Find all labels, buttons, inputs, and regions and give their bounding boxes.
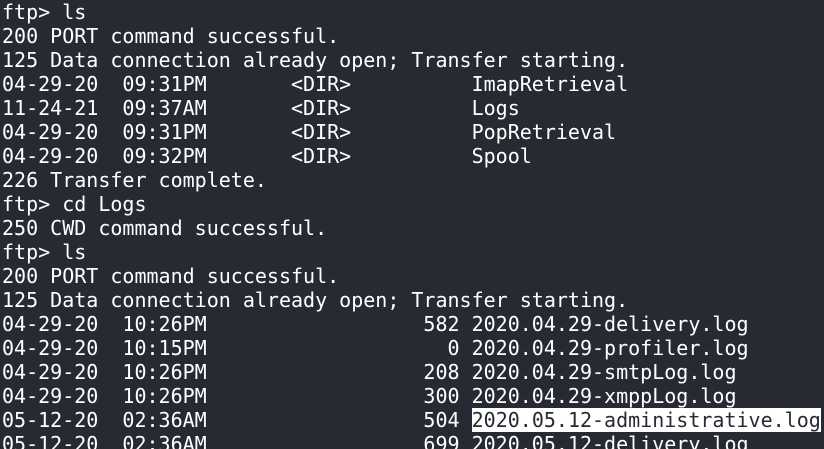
terminal-line: 250 CWD command successful. <box>2 216 328 240</box>
terminal-line: 04-29-20 10:26PM 300 2020.04.29-xmppLog.… <box>2 384 737 408</box>
terminal-line: 11-24-21 09:37AM <DIR> Logs <box>2 96 520 120</box>
terminal-line: 125 Data connection already open; Transf… <box>2 48 629 72</box>
terminal-line-prefix: 05-12-20 02:36AM 504 <box>2 408 472 432</box>
terminal-line: 05-12-20 02:36AM 699 2020.05.12-delivery… <box>2 432 749 449</box>
terminal-line: 04-29-20 10:15PM 0 2020.04.29-profiler.l… <box>2 336 749 360</box>
terminal-line: ftp> cd Logs <box>2 192 147 216</box>
selected-text[interactable]: 2020.05.12-administrative.log <box>471 408 821 432</box>
terminal-line: 04-29-20 09:31PM <DIR> PopRetrieval <box>2 120 617 144</box>
terminal-line-selected-row: 05-12-20 02:36AM 504 2020.05.12-administ… <box>2 408 824 432</box>
terminal-line: 04-29-20 09:31PM <DIR> ImapRetrieval <box>2 72 629 96</box>
terminal-output[interactable]: ftp> ls 200 PORT command successful. 125… <box>0 0 824 449</box>
terminal-line: 04-29-20 09:32PM <DIR> Spool <box>2 144 532 168</box>
terminal-line: 04-29-20 10:26PM 582 2020.04.29-delivery… <box>2 312 749 336</box>
terminal-line: ftp> ls <box>2 0 87 24</box>
terminal-line: 200 PORT command successful. <box>2 264 340 288</box>
terminal-line: 200 PORT command successful. <box>2 24 340 48</box>
terminal-line: 226 Transfer complete. <box>2 168 267 192</box>
terminal-line: 125 Data connection already open; Transf… <box>2 288 629 312</box>
terminal-line: ftp> ls <box>2 240 87 264</box>
terminal-line: 04-29-20 10:26PM 208 2020.04.29-smtpLog.… <box>2 360 737 384</box>
